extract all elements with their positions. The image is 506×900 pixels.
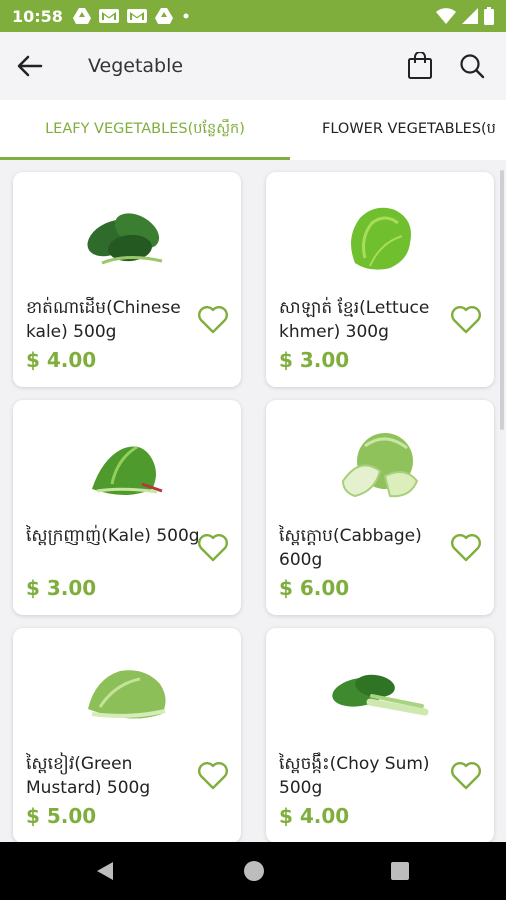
heart-icon[interactable] xyxy=(450,305,482,335)
heart-icon[interactable] xyxy=(450,533,482,563)
cabbage-image xyxy=(266,416,494,516)
product-name: ស្ពៃក្តោប(Cabbage) 600g xyxy=(279,526,422,570)
chinese-kale-image xyxy=(13,188,241,288)
heart-icon[interactable] xyxy=(197,305,229,335)
tab-flower-vegetables[interactable]: FLOWER VEGETABLES(ប xyxy=(322,100,496,160)
gmail-icon-2 xyxy=(126,9,147,23)
scrollbar[interactable] xyxy=(500,170,504,430)
wifi-icon xyxy=(436,8,456,24)
product-card[interactable]: ស្ពៃចង្កឹះ(Choy Sum) 500g $ 4.00 xyxy=(266,628,494,842)
cart-button[interactable] xyxy=(396,32,444,100)
search-icon xyxy=(460,54,485,79)
product-price: $ 3.00 xyxy=(26,576,97,600)
status-bar: 10:58 xyxy=(0,0,506,32)
battery-icon xyxy=(484,7,494,25)
product-price: $ 5.00 xyxy=(26,804,97,828)
search-button[interactable] xyxy=(444,32,500,100)
back-button[interactable] xyxy=(0,32,60,100)
lettuce-image xyxy=(266,188,494,288)
product-price: $ 3.00 xyxy=(279,348,350,372)
product-name: ស្ពៃក្រញាញ់(Kale) 500g xyxy=(26,526,200,546)
shopping-bag-icon xyxy=(408,52,432,79)
product-name: ស្ពៃចង្កឹះ(Choy Sum) 500g xyxy=(279,754,430,798)
nav-back-icon[interactable] xyxy=(96,861,114,881)
product-name: ខាត់ណាដើម(Chinese kale) 500g xyxy=(26,298,181,342)
heart-icon[interactable] xyxy=(197,533,229,563)
heart-icon[interactable] xyxy=(197,761,229,791)
kale-image xyxy=(13,416,241,516)
notification-icons xyxy=(72,8,191,24)
product-price: $ 4.00 xyxy=(279,804,350,828)
more-notifications-dot xyxy=(183,13,189,19)
drive-icon-2 xyxy=(154,8,173,24)
system-icons xyxy=(436,0,494,32)
heart-icon[interactable] xyxy=(450,761,482,791)
system-nav-bar xyxy=(0,842,506,900)
product-card[interactable]: ស្ពៃខៀវ(Green Mustard) 500g $ 5.00 xyxy=(13,628,241,842)
product-card[interactable]: ស្ពៃក្រញាញ់(Kale) 500g $ 3.00 xyxy=(13,400,241,615)
nav-home-icon[interactable] xyxy=(244,861,264,881)
product-name: ស្ពៃខៀវ(Green Mustard) 500g xyxy=(26,754,151,798)
app-bar: Vegetable xyxy=(0,32,506,100)
page-title: Vegetable xyxy=(88,55,184,77)
category-tabs: LEAFY VEGETABLES(បន្លែស្លឹក) FLOWER VEGE… xyxy=(0,100,506,160)
nav-recents-icon[interactable] xyxy=(391,862,409,880)
gmail-icon xyxy=(98,9,119,23)
tab-leafy-vegetables[interactable]: LEAFY VEGETABLES(បន្លែស្លឹក) xyxy=(0,100,290,160)
green-mustard-image xyxy=(13,644,241,744)
status-time: 10:58 xyxy=(12,6,63,26)
product-name: សាឡាត់ ខ្មែរ(Lettuce khmer) 300g xyxy=(279,298,430,342)
product-card[interactable]: សាឡាត់ ខ្មែរ(Lettuce khmer) 300g $ 3.00 xyxy=(266,172,494,387)
product-price: $ 6.00 xyxy=(279,576,350,600)
product-grid: ខាត់ណាដើម(Chinese kale) 500g $ 4.00 សាឡា… xyxy=(0,160,506,842)
product-price: $ 4.00 xyxy=(26,348,97,372)
product-card[interactable]: ស្ពៃក្តោប(Cabbage) 600g $ 6.00 xyxy=(266,400,494,615)
product-card[interactable]: ខាត់ណាដើម(Chinese kale) 500g $ 4.00 xyxy=(13,172,241,387)
drive-icon xyxy=(72,8,91,24)
arrow-left-icon xyxy=(17,55,43,77)
signal-icon xyxy=(462,8,478,24)
choy-sum-image xyxy=(266,644,494,744)
